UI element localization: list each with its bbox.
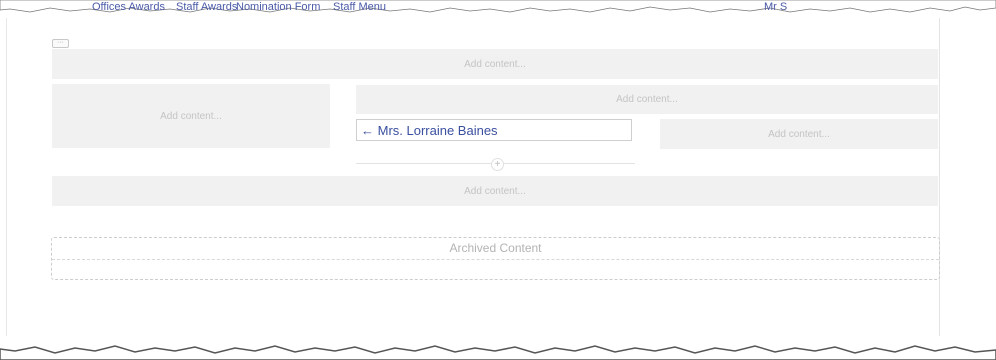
top-navigation: Offices Awards Staff Awards Nomination F… (0, 0, 996, 16)
archived-content-title[interactable]: Archived Content (52, 238, 939, 260)
add-content-block[interactable]: Add content... (660, 119, 938, 149)
add-content-block[interactable]: Add content... (52, 49, 938, 79)
nav-crumb[interactable]: Offices Awards (92, 1, 165, 13)
add-content-block[interactable]: Add content... (356, 85, 938, 114)
nav-crumb[interactable]: Nomination Form (236, 1, 320, 13)
torn-edge-bottom (0, 345, 996, 360)
nav-crumb[interactable]: Staff Awards (176, 1, 237, 13)
archived-content-panel: Archived Content (51, 237, 940, 280)
add-content-block[interactable]: Add content... (52, 84, 330, 148)
add-section-icon[interactable]: + (491, 158, 504, 171)
user-name[interactable]: Mr S (764, 1, 787, 13)
add-content-block[interactable]: Add content... (52, 176, 938, 206)
page-link[interactable]: ← Mrs. Lorraine Baines (356, 119, 632, 141)
drag-handle-icon[interactable]: ··· (52, 39, 69, 48)
nav-crumb[interactable]: Staff Menu (333, 1, 386, 13)
frame-border-left (6, 18, 7, 336)
frame-border-right (939, 18, 940, 336)
